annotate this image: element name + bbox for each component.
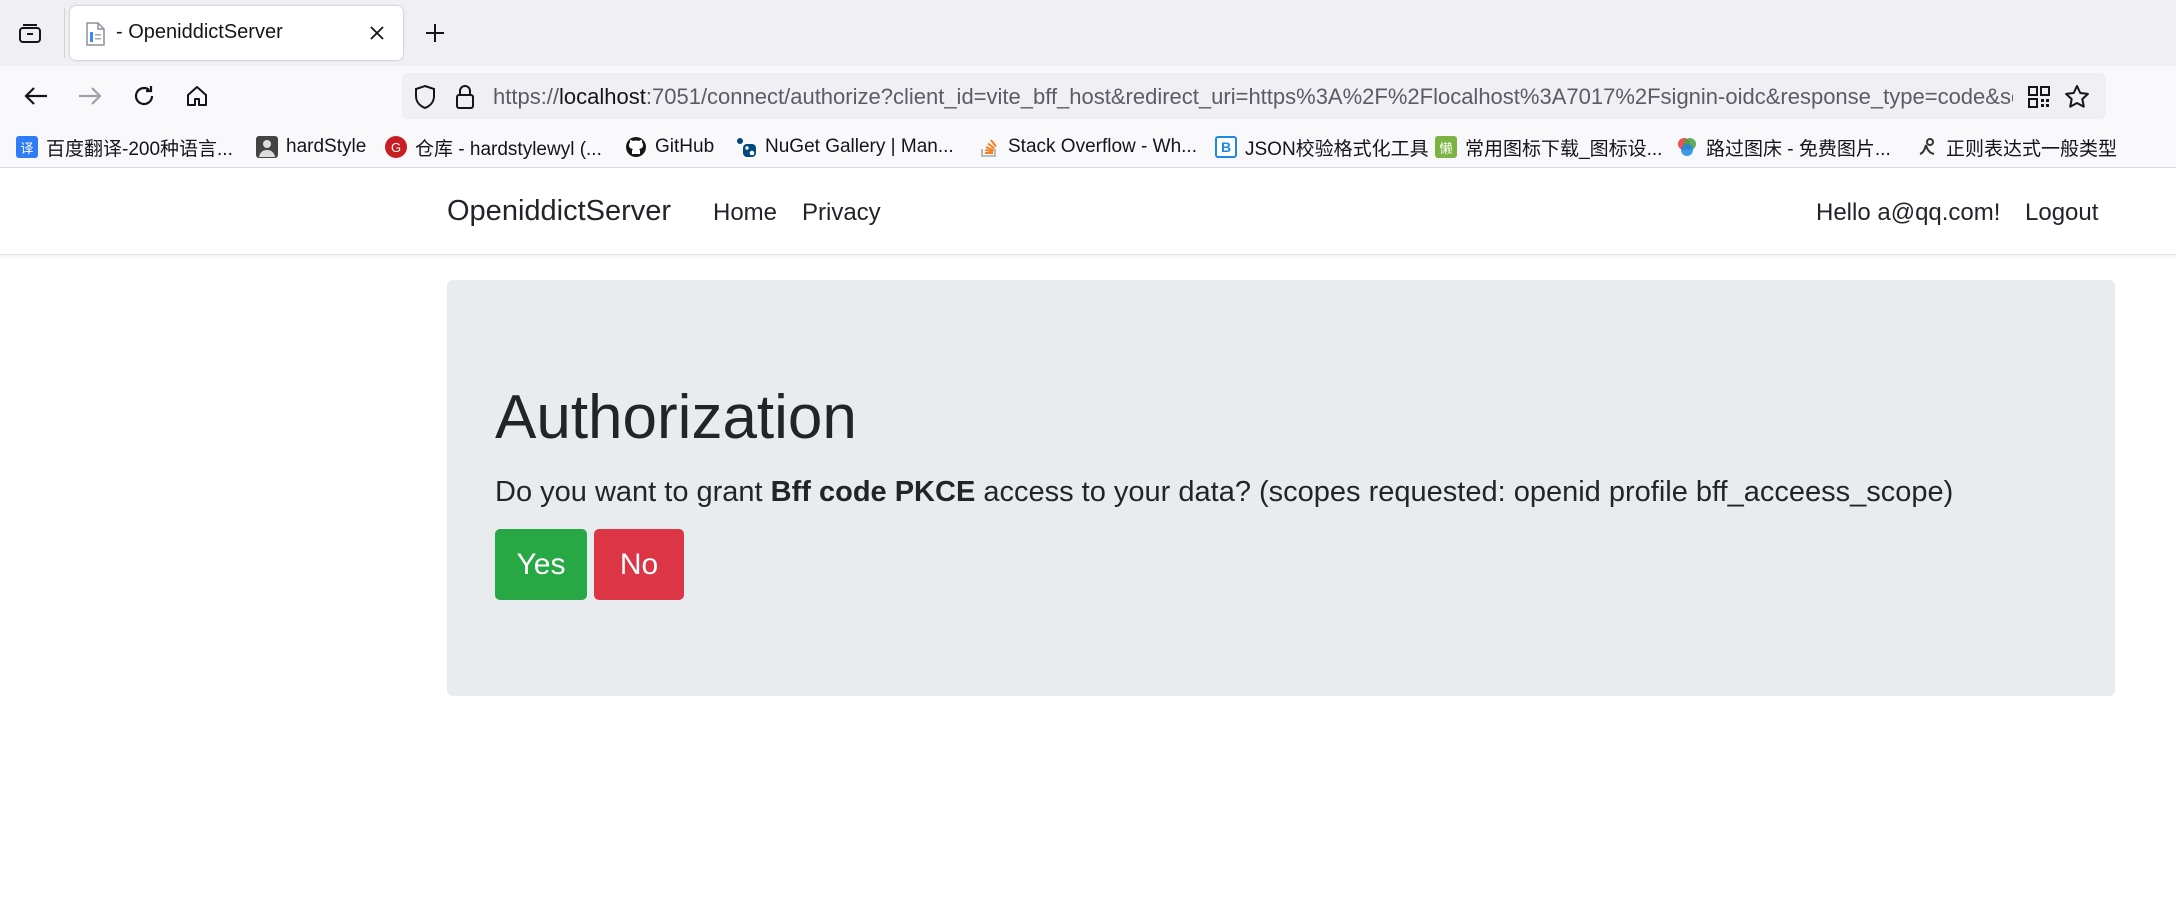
bookmark-item[interactable]: B JSON校验格式化工具 [1215,134,1429,160]
authorization-panel: Authorization Do you want to grant Bff c… [447,280,2115,696]
lock-icon[interactable] [452,84,478,110]
bookmark-label: 仓库 - hardstylewyl (... [415,138,602,160]
bookmark-label: hardStyle [286,136,367,157]
shield-icon[interactable] [412,84,438,110]
consent-text-start: Do you want to grant [495,476,771,508]
web-page: OpeniddictServer Home Privacy Hello a@qq… [0,169,2176,913]
qr-code-icon[interactable] [2026,84,2052,110]
avatar-icon [256,136,278,158]
new-tab-icon[interactable] [420,18,450,48]
bookmark-label: Stack Overflow - Wh... [1008,136,1197,157]
bookmark-label: GitHub [655,136,715,157]
bookmark-item[interactable]: 懒 常用图标下载_图标设... [1435,134,1662,160]
bookmark-star-icon[interactable] [2064,84,2090,110]
page-icon [84,22,106,46]
tab-list-icon[interactable] [12,18,48,48]
nav-home-link[interactable]: Home [713,199,777,227]
bookmark-item[interactable]: 正则表达式一般类型 [1916,134,2117,160]
tab-strip-separator [64,8,65,58]
forward-icon[interactable] [73,79,107,113]
bookmark-item[interactable]: 路过图床 - 免费图片... [1676,134,1891,160]
address-bar[interactable]: https://localhost:7051/connect/authorize… [402,73,2106,119]
gitee-icon: G [385,136,407,158]
bookmark-label: NuGet Gallery | Man... [765,136,954,157]
tab-title: - OpeniddictServer [116,21,283,43]
deny-button[interactable]: No [594,529,684,600]
bookmark-item[interactable]: G 仓库 - hardstylewyl (... [385,134,602,160]
bookmark-label: 常用图标下载_图标设... [1465,138,1663,160]
imagehost-icon [1676,136,1698,158]
bookmark-item[interactable]: hardStyle [256,134,366,160]
bookmark-item[interactable]: 译 百度翻译-200种语言... [16,134,233,160]
bookmark-label: JSON校验格式化工具 [1245,138,1429,160]
nuget-icon [735,136,757,158]
close-tab-icon[interactable] [364,20,390,46]
consent-message: Do you want to grant Bff code PKCE acces… [495,476,1953,509]
regex-icon [1916,136,1938,158]
stackoverflow-icon [978,136,1000,158]
logout-link[interactable]: Logout [2025,199,2098,227]
url-text[interactable]: https://localhost:7051/connect/authorize… [493,84,2013,110]
consent-text-end: access to your data? (scopes requested: … [975,476,1954,508]
navigation-toolbar: https://localhost:7051/connect/authorize… [0,66,2176,126]
back-icon[interactable] [19,79,53,113]
site-brand[interactable]: OpeniddictServer [447,195,671,228]
url-path: :7051/connect/authorize?client_id=vite_b… [645,84,2013,109]
bookmark-item[interactable]: GitHub [625,134,714,160]
user-greeting[interactable]: Hello a@qq.com! [1816,199,2000,227]
bookmark-item[interactable]: NuGet Gallery | Man... [735,134,954,160]
accept-button[interactable]: Yes [495,529,587,600]
bookmark-label: 百度翻译-200种语言... [46,138,233,160]
url-host: localhost [559,84,646,109]
home-icon[interactable] [180,79,214,113]
browser-tab[interactable]: - OpeniddictServer [70,6,403,60]
nav-privacy-link[interactable]: Privacy [802,199,881,227]
bookmark-label: 正则表达式一般类型 [1946,138,2118,160]
client-name: Bff code PKCE [770,476,976,508]
bookmarks-toolbar: 译 百度翻译-200种语言... hardStyle G 仓库 - hardst… [0,126,2176,168]
tab-strip: - OpeniddictServer [0,0,2176,66]
site-navbar: OpeniddictServer Home Privacy Hello a@qq… [0,169,2176,255]
page-title: Authorization [495,383,857,452]
bookmark-item[interactable]: Stack Overflow - Wh... [978,134,1197,160]
iconfont-icon: 懒 [1435,136,1457,158]
reload-icon[interactable] [127,79,161,113]
github-icon [625,136,647,158]
bookmark-label: 路过图床 - 免费图片... [1706,138,1891,160]
json-icon: B [1215,136,1237,158]
url-scheme: https:// [493,84,560,109]
translate-icon: 译 [16,136,38,158]
